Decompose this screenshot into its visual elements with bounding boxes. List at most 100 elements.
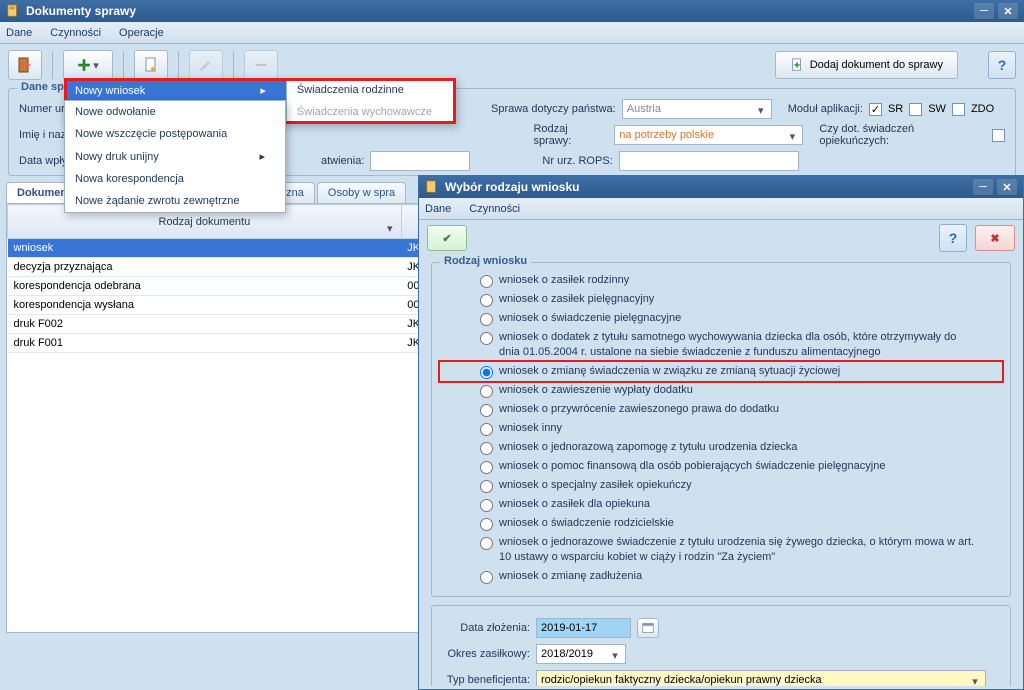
radio-input[interactable]	[480, 480, 493, 493]
radio-input[interactable]	[480, 423, 493, 436]
mod-zdo-checkbox[interactable]	[952, 103, 965, 116]
separator	[178, 51, 179, 79]
radio-option[interactable]: wniosek o zasiłek rodzinny	[440, 271, 1002, 290]
czy-dot-checkbox[interactable]	[992, 129, 1005, 142]
dropdown-item[interactable]: Nowy druk unijny▸	[65, 145, 285, 168]
filter-icon[interactable]: ▾	[383, 222, 397, 236]
radio-input[interactable]	[480, 313, 493, 326]
modal-help-button[interactable]: ?	[939, 224, 967, 252]
dropdown-item-nowy-wniosek[interactable]: Nowy wniosek ▸	[65, 79, 286, 102]
radio-input[interactable]	[480, 332, 493, 345]
radio-option[interactable]: wniosek o zmianę świadczenia w związku z…	[440, 362, 1002, 381]
okres-combo[interactable]: 2018/2019 ▾	[536, 644, 626, 664]
dropdown-label: Nowe wszczęcie postępowania	[75, 128, 227, 140]
cell-rodzaj: korespondencja wysłana	[8, 296, 402, 315]
radio-option[interactable]: wniosek o pomoc finansową dla osób pobie…	[440, 457, 1002, 476]
rodzaj-sprawy-label: Rodzaj sprawy:	[533, 123, 608, 147]
submenu-rodzinne[interactable]: Świadczenia rodzinne	[287, 79, 455, 101]
app-icon	[6, 4, 20, 18]
plus-icon	[77, 58, 91, 72]
radio-option[interactable]: wniosek o zmianę zadłużenia	[440, 567, 1002, 586]
radio-option[interactable]: wniosek o przywrócenie zawieszonego praw…	[440, 400, 1002, 419]
dropdown-item[interactable]: Nowa korespondencja	[65, 168, 285, 190]
radio-label: wniosek o specjalny zasiłek opiekuńczy	[499, 478, 692, 493]
mod-sr-checkbox[interactable]: ✓	[869, 103, 882, 116]
radio-label: wniosek o pomoc finansową dla osób pobie…	[499, 459, 885, 474]
mod-sr-label: SR	[888, 103, 903, 115]
data-zlozenia-label: Data złożenia:	[440, 622, 530, 634]
radio-option[interactable]: wniosek o świadczenie rodzicielskie	[440, 514, 1002, 533]
radio-option[interactable]: wniosek o zasiłek pielęgnacyjny	[440, 290, 1002, 309]
cell-rodzaj: druk F002	[8, 315, 402, 334]
radio-input[interactable]	[480, 404, 493, 417]
edit-button[interactable]	[189, 50, 223, 80]
separator	[233, 51, 234, 79]
modal-close[interactable]: ✕	[997, 179, 1017, 195]
data-zlozenia-input[interactable]: 2019-01-17	[536, 618, 631, 638]
rodzaj-wniosku-fieldset: Rodzaj wniosku wniosek o zasiłek rodzinn…	[431, 262, 1011, 597]
zalatwienia-label: atwienia:	[321, 155, 364, 167]
dropdown-item[interactable]: Nowe odwołanie	[65, 101, 285, 123]
radio-option[interactable]: wniosek o dodatek z tytułu samotnego wyc…	[440, 328, 1002, 362]
okres-label: Okres zasiłkowy:	[440, 648, 530, 660]
tab-osoby[interactable]: Osoby w spra	[317, 182, 406, 203]
sprawa-dotyczy-combo[interactable]: Austria ▾	[622, 99, 772, 119]
menu-czynnosci[interactable]: Czynności	[50, 27, 101, 39]
radio-input[interactable]	[480, 461, 493, 474]
dropdown-item[interactable]: Nowe żądanie zwrotu zewnętrzne	[65, 190, 285, 212]
rodzaj-sprawy-value: na potrzeby polskie	[619, 129, 714, 141]
cell-rodzaj: druk F001	[8, 334, 402, 353]
radio-input[interactable]	[480, 385, 493, 398]
help-button[interactable]: ?	[988, 51, 1016, 79]
submenu-label: Świadczenia wychowawcze	[297, 106, 432, 118]
chevron-down-icon: ▾	[93, 59, 99, 72]
radio-input[interactable]	[480, 442, 493, 455]
radio-input[interactable]	[480, 537, 493, 550]
add-doc-to-case-button[interactable]: Dodaj dokument do sprawy	[775, 51, 958, 79]
chevron-down-icon: ▾	[967, 673, 983, 686]
new-doc-button[interactable]	[134, 50, 168, 80]
radio-option[interactable]: wniosek o specjalny zasiłek opiekuńczy	[440, 476, 1002, 495]
typ-beneficjenta-combo[interactable]: rodzic/opiekun faktyczny dziecka/opiekun…	[536, 670, 986, 686]
modal-menu-dane[interactable]: Dane	[425, 203, 451, 215]
modal-minimize[interactable]: ─	[973, 179, 993, 195]
accept-button[interactable]: ✔	[427, 225, 467, 251]
add-button[interactable]: ▾	[63, 50, 113, 80]
minimize-button[interactable]: ─	[974, 3, 994, 19]
radio-input[interactable]	[480, 366, 493, 379]
mod-sw-checkbox[interactable]	[909, 103, 922, 116]
dropdown-label: Nowy druk unijny	[75, 151, 159, 163]
radio-option[interactable]: wniosek o jednorazową zapomogę z tytułu …	[440, 438, 1002, 457]
radio-option[interactable]: wniosek o świadczenie pielęgnacyjne	[440, 309, 1002, 328]
cancel-button[interactable]: ✖	[975, 225, 1015, 251]
radio-input[interactable]	[480, 499, 493, 512]
radio-input[interactable]	[480, 294, 493, 307]
radio-option[interactable]: wniosek o zawieszenie wypłaty dodatku	[440, 381, 1002, 400]
col-rodzaj[interactable]: Rodzaj dokumentu	[159, 216, 251, 228]
document-plus-icon	[790, 58, 804, 72]
calendar-button[interactable]	[637, 618, 659, 638]
zalatwienia-input[interactable]	[370, 151, 470, 171]
radio-input[interactable]	[480, 518, 493, 531]
exit-button[interactable]	[8, 50, 42, 80]
radio-input[interactable]	[480, 275, 493, 288]
sprawa-dotyczy-label: Sprawa dotyczy państwa:	[491, 103, 616, 115]
radio-input[interactable]	[480, 571, 493, 584]
menu-dane[interactable]: Dane	[6, 27, 32, 39]
radio-option[interactable]: wniosek inny	[440, 419, 1002, 438]
menu-operacje[interactable]: Operacje	[119, 27, 164, 39]
radio-option[interactable]: wniosek o zasiłek dla opiekuna	[440, 495, 1002, 514]
app-icon	[425, 180, 439, 194]
modal-menu-czynnosci[interactable]: Czynności	[469, 203, 520, 215]
wniosek-type-dialog: Wybór rodzaju wniosku ─ ✕ Dane Czynności…	[418, 175, 1024, 690]
remove-button[interactable]	[244, 50, 278, 80]
nr-urz-rops-input[interactable]	[619, 151, 799, 171]
rodzaj-sprawy-combo[interactable]: na potrzeby polskie ▾	[614, 125, 803, 145]
document-star-icon	[143, 57, 159, 73]
close-button[interactable]: ✕	[998, 3, 1018, 19]
dropdown-item[interactable]: Nowe wszczęcie postępowania	[65, 123, 285, 145]
okres-value: 2018/2019	[541, 648, 593, 660]
radio-option[interactable]: wniosek o jednorazowe świadczenie z tytu…	[440, 533, 1002, 567]
chevron-down-icon: ▾	[607, 647, 623, 663]
chevron-down-icon: ▾	[753, 102, 769, 118]
